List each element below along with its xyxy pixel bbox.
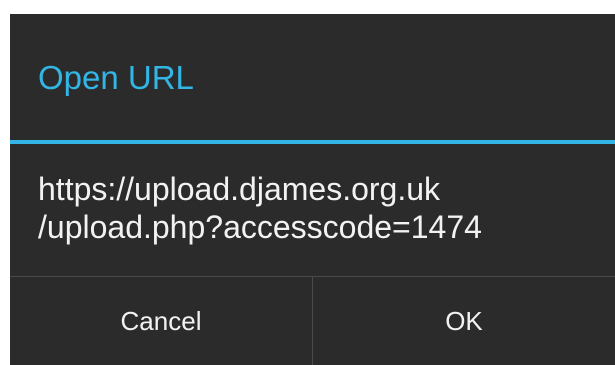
ok-button[interactable]: OK [313, 277, 615, 365]
title-divider [10, 140, 615, 144]
dialog-title: Open URL [38, 59, 194, 96]
url-line-2: /upload.php?accesscode=1474 [38, 209, 482, 245]
cancel-button[interactable]: Cancel [10, 277, 312, 365]
url-line-1: https://upload.djames.org.uk [38, 171, 441, 207]
open-url-dialog: Open URL https://upload.djames.org.uk /u… [10, 14, 615, 365]
url-text: https://upload.djames.org.uk /upload.php… [38, 170, 608, 246]
button-bar: Cancel OK [10, 277, 615, 365]
